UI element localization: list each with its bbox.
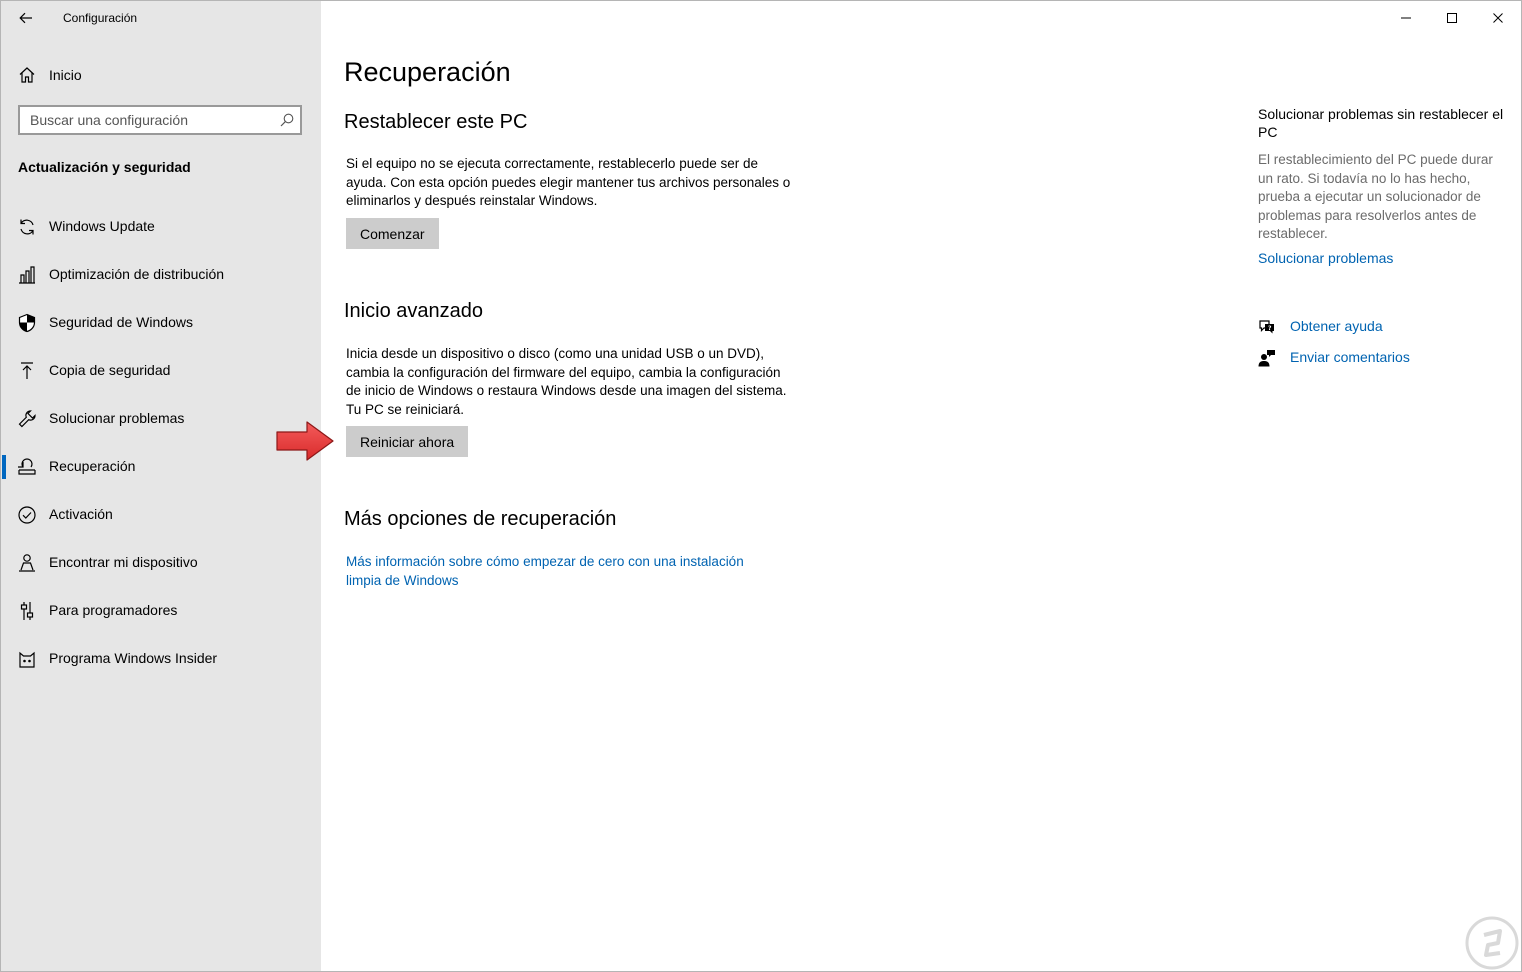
maximize-button[interactable] (1429, 1, 1475, 35)
search-box[interactable] (18, 105, 302, 135)
more-options-heading: Más opciones de recuperación (344, 508, 617, 530)
main-content: Recuperación Restablecer este PC Si el e… (321, 1, 1521, 971)
back-arrow-icon (19, 12, 32, 24)
sidebar-item-label: Solucionar problemas (49, 410, 185, 426)
feedback-icon (1258, 350, 1275, 367)
sidebar-item-label: Programa Windows Insider (49, 650, 218, 666)
advanced-startup-heading: Inicio avanzado (344, 300, 483, 322)
troubleshoot-link[interactable]: Solucionar problemas (1258, 250, 1393, 266)
help-chat-icon: ? (1259, 320, 1274, 334)
person-pin-icon (19, 554, 35, 572)
search-icon[interactable] (280, 113, 294, 127)
sidebar-item-label: Windows Update (49, 218, 155, 234)
send-feedback-link[interactable]: Enviar comentarios (1290, 349, 1410, 365)
sidebar-item-activation[interactable]: Activación (1, 491, 321, 539)
check-circle-icon (18, 506, 36, 524)
page-title: Recuperación (344, 57, 511, 87)
sidebar-item-windows-update[interactable]: Windows Update (1, 203, 321, 251)
sidebar-item-label: Copia de seguridad (49, 362, 171, 378)
sidebar-item-label: Encontrar mi dispositivo (49, 554, 198, 570)
nav-home-label: Inicio (49, 67, 82, 83)
sidebar-item-recovery[interactable]: Recuperación (1, 443, 321, 491)
recovery-icon (18, 458, 36, 475)
get-started-button[interactable]: Comenzar (346, 218, 439, 249)
sidebar: Configuración Inicio Actualización y seg… (1, 1, 321, 971)
more-options-paragraph: Más información sobre cómo empezar de ce… (346, 553, 776, 590)
sidebar-nav: Windows Update Optimización de distribuc… (1, 203, 321, 683)
side-panel-description: El restablecimiento del PC puede durar u… (1258, 152, 1493, 241)
sidebar-item-label: Activación (49, 506, 113, 522)
delivery-optimization-icon (19, 266, 35, 284)
home-icon (19, 67, 35, 83)
back-button[interactable] (13, 7, 39, 29)
minimize-icon (1401, 17, 1411, 19)
get-help-link[interactable]: Obtener ayuda (1290, 318, 1383, 334)
sidebar-item-windows-security[interactable]: Seguridad de Windows (1, 299, 321, 347)
titlebar-left: Configuración (1, 1, 321, 35)
reset-description: Si el equipo no se ejecuta correctamente… (346, 156, 791, 208)
sidebar-item-label: Recuperación (49, 458, 136, 474)
search-input[interactable] (20, 107, 280, 133)
sidebar-item-for-developers[interactable]: Para programadores (1, 587, 321, 635)
send-feedback-row[interactable]: Enviar comentarios (1258, 347, 1508, 369)
svg-text:?: ? (1268, 325, 1272, 332)
section-header: Actualización y seguridad (18, 159, 191, 175)
app-title: Configuración (63, 11, 138, 25)
sidebar-item-delivery-optimization[interactable]: Optimización de distribución (1, 251, 321, 299)
minimize-button[interactable] (1383, 1, 1429, 35)
clean-install-link[interactable]: Más información sobre cómo empezar de ce… (346, 554, 744, 588)
annotation-arrow-icon (276, 421, 334, 461)
wrench-icon (18, 410, 36, 428)
restart-now-button[interactable]: Reiniciar ahora (346, 426, 469, 457)
window-controls (1383, 1, 1521, 35)
insider-cat-icon (19, 651, 35, 668)
sidebar-item-windows-insider[interactable]: Programa Windows Insider (1, 635, 321, 683)
sync-icon (20, 219, 34, 235)
shield-icon (18, 313, 36, 333)
sidebar-item-label: Seguridad de Windows (49, 314, 193, 330)
sidebar-item-label: Optimización de distribución (49, 266, 225, 282)
developer-sliders-icon (20, 602, 34, 620)
sidebar-item-backup[interactable]: Copia de seguridad (1, 347, 321, 395)
active-indicator (2, 455, 6, 479)
close-icon (1493, 13, 1503, 23)
advanced-startup-description: Inicia desde un dispositivo o disco (com… (346, 346, 787, 417)
sidebar-item-find-my-device[interactable]: Encontrar mi dispositivo (1, 539, 321, 587)
watermark-logo-icon (1465, 916, 1519, 970)
sidebar-item-troubleshoot[interactable]: Solucionar problemas (1, 395, 321, 443)
side-panel-title: Solucionar problemas sin restablecer el … (1258, 106, 1504, 140)
sidebar-item-label: Para programadores (49, 602, 178, 618)
reset-heading: Restablecer este PC (344, 111, 528, 133)
close-button[interactable] (1475, 1, 1521, 35)
settings-window: Configuración Inicio Actualización y seg… (0, 0, 1522, 972)
nav-home[interactable]: Inicio (1, 57, 321, 93)
maximize-icon (1447, 13, 1457, 23)
backup-arrow-icon (21, 362, 33, 379)
get-help-row[interactable]: ? Obtener ayuda (1258, 316, 1508, 338)
